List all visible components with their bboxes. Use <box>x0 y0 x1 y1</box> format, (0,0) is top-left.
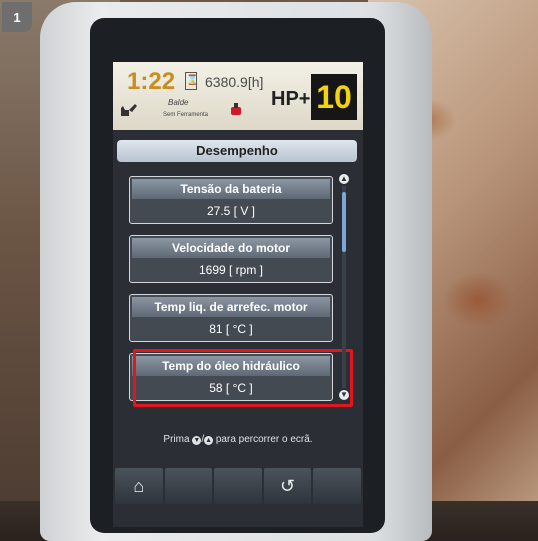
hour-meter: 6380.9[h] <box>205 74 264 90</box>
softkey-3[interactable] <box>214 468 262 504</box>
softkey-bar: ⌂ ↺ <box>115 468 361 504</box>
softkey-5[interactable] <box>313 468 361 504</box>
page-title: Desempenho <box>117 140 357 162</box>
navigation-hint: Prima ▼/▲ para percorrer o ecrã. <box>113 434 363 445</box>
hourglass-icon: ⌛ <box>185 72 198 90</box>
hint-suffix: para percorrer o ecrã. <box>215 434 313 445</box>
scrollbar[interactable]: ▲ ▼ <box>339 174 349 402</box>
hint-prefix: Prima <box>163 434 190 445</box>
list-item-value: 1699 [ rpm ] <box>198 263 264 277</box>
display-screen: 1:22 ⌛ 6380.9[h] HP+ 10 Balde Sem Ferram… <box>113 62 363 527</box>
scroll-down-icon[interactable]: ▼ <box>339 390 349 400</box>
back-button[interactable]: ↺ <box>263 468 312 504</box>
scroll-up-icon[interactable]: ▲ <box>339 174 349 184</box>
power-level: 10 <box>311 74 357 120</box>
excavator-icon <box>121 104 137 116</box>
down-arrow-icon: ▼ <box>192 436 202 445</box>
softkey-2[interactable] <box>164 468 213 504</box>
home-button[interactable]: ⌂ <box>115 468 163 504</box>
list-item-coolant-temp[interactable]: Temp liq. de arrefec. motor 81 [ °C ] <box>129 294 333 342</box>
clock: 1:22 <box>127 68 176 95</box>
work-mode: HP+ <box>271 88 311 110</box>
home-icon: ⌂ <box>133 476 145 496</box>
up-arrow-icon: ▲ <box>204 436 214 445</box>
list-item-engine-speed[interactable]: Velocidade do motor 1699 [ rpm ] <box>129 235 333 283</box>
selection-highlight <box>133 349 353 407</box>
list-item-battery-voltage[interactable]: Tensão da bateria 27.5 [ V ] <box>129 176 333 224</box>
attachment-sub: Sem Ferramenta <box>163 112 209 118</box>
list-item-label: Tensão da bateria <box>132 179 330 199</box>
attachment-name: Balde <box>168 98 189 107</box>
attachment-status-icon <box>231 103 241 115</box>
list-item-value: 27.5 [ V ] <box>206 204 256 218</box>
list-item-label: Temp liq. de arrefec. motor <box>132 297 330 317</box>
image-number-badge: 1 <box>2 2 32 32</box>
status-bar: 1:22 ⌛ 6380.9[h] HP+ 10 Balde Sem Ferram… <box>113 62 363 130</box>
list-item-value: 81 [ °C ] <box>209 322 253 336</box>
back-icon: ↺ <box>280 476 296 496</box>
list-item-label: Velocidade do motor <box>132 238 330 258</box>
scroll-thumb[interactable] <box>342 192 346 252</box>
